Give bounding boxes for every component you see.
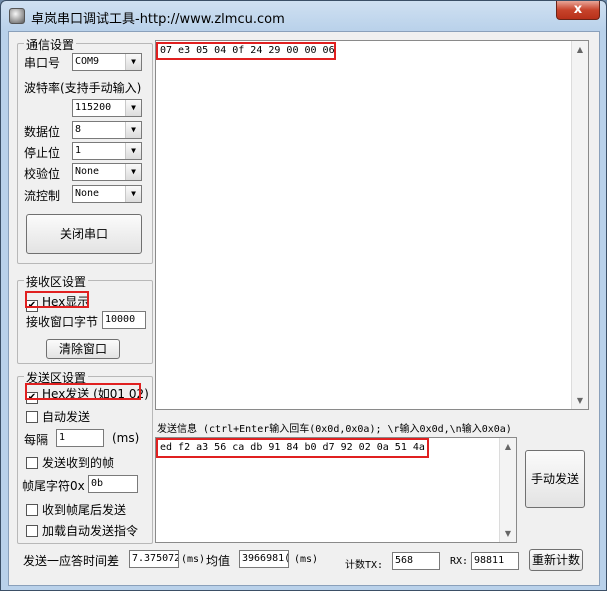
response-time-value: 7.375072 [129, 550, 179, 568]
stopbits-select[interactable]: 1 ▼ [72, 142, 142, 160]
databits-label: 数据位 [24, 125, 61, 139]
rx-label: RX: [450, 556, 469, 567]
comm-settings-title: 通信设置 [24, 36, 77, 53]
average-label: 均值 [206, 554, 231, 568]
highlight-box [25, 291, 89, 308]
load-auto-send-checkbox[interactable]: 加载自动发送指令 [26, 522, 138, 539]
scroll-up-icon[interactable]: ▲ [572, 41, 588, 58]
scroll-down-icon[interactable]: ▼ [500, 525, 516, 542]
flow-select[interactable]: None ▼ [72, 185, 142, 203]
average-unit: (ms) [294, 554, 319, 565]
send-on-receive-checkbox[interactable]: 发送收到的帧 [26, 454, 114, 471]
receive-textarea[interactable]: 07 e3 05 04 0f 24 29 00 00 06 ▲ ▼ [155, 40, 589, 410]
clear-window-button[interactable]: 清除窗口 [46, 339, 120, 359]
tx-label: 计数TX: [345, 560, 384, 571]
response-unit: (ms) [181, 554, 206, 565]
window-title: 卓岚串口调试工具-http://www.zlmcu.com [31, 12, 285, 27]
close-button[interactable]: x [556, 1, 600, 20]
recv-bytes-label: 接收窗口字节 [26, 315, 99, 329]
send-after-tail-checkbox[interactable]: 收到帧尾后发送 [26, 501, 126, 518]
stopbits-label: 停止位 [24, 146, 61, 160]
chevron-down-icon: ▼ [125, 186, 141, 202]
response-time-label: 发送一应答时间差 [23, 554, 120, 568]
manual-send-button[interactable]: 手动发送 [525, 450, 585, 508]
close-port-button[interactable]: 关闭串口 [26, 214, 142, 254]
parity-label: 校验位 [24, 167, 61, 181]
interval-label: 每隔 [24, 433, 49, 447]
port-label: 串口号 [24, 56, 61, 70]
send-info-label: 发送信息 (ctrl+Enter输入回车(0x0d,0x0a); \r输入0x0… [157, 424, 512, 435]
baud-select[interactable]: 115200 ▼ [72, 99, 142, 117]
flow-label: 流控制 [24, 189, 61, 203]
reset-count-button[interactable]: 重新计数 [529, 549, 583, 571]
chevron-down-icon: ▼ [125, 143, 141, 159]
scroll-up-icon[interactable]: ▲ [500, 438, 516, 455]
average-value: 3966981( [239, 550, 289, 568]
rx-count: 98811 [471, 552, 519, 570]
chevron-down-icon: ▼ [125, 100, 141, 116]
send-scrollbar[interactable]: ▲ ▼ [499, 438, 516, 542]
title-bar[interactable]: 卓岚串口调试工具-http://www.zlmcu.com x [1, 1, 606, 31]
highlight-box [25, 383, 141, 400]
client-area: 通信设置 串口号 COM9 ▼ 波特率(支持手动输入) 115200 ▼ 数据位 8… [8, 31, 600, 586]
app-window: 卓岚串口调试工具-http://www.zlmcu.com x 通信设置 串口号… [0, 0, 607, 591]
auto-send-checkbox[interactable]: 自动发送 [26, 408, 90, 425]
parity-select[interactable]: None ▼ [72, 163, 142, 181]
send-settings-group: 发送区设置 ✔ Hex发送 (如01 02) 自动发送 每隔 1 (ms) 发送收… [17, 369, 153, 544]
highlight-box [156, 438, 429, 458]
baud-label: 波特率(支持手动输入) [24, 81, 142, 95]
port-select[interactable]: COM9 ▼ [72, 53, 142, 71]
chevron-down-icon: ▼ [125, 54, 141, 70]
receive-scrollbar[interactable]: ▲ ▼ [571, 41, 588, 409]
tx-count: 568 [392, 552, 440, 570]
recv-bytes-input[interactable]: 10000 [102, 311, 146, 329]
interval-unit: (ms) [112, 431, 140, 445]
interval-input[interactable]: 1 [56, 429, 104, 447]
chevron-down-icon: ▼ [125, 122, 141, 138]
comm-settings-group: 通信设置 串口号 COM9 ▼ 波特率(支持手动输入) 115200 ▼ 数据位 8… [17, 36, 153, 264]
app-icon [9, 8, 25, 24]
databits-select[interactable]: 8 ▼ [72, 121, 142, 139]
frame-tail-input[interactable]: 0b [88, 475, 138, 493]
frame-tail-label: 帧尾字符0x [22, 479, 85, 493]
scroll-down-icon[interactable]: ▼ [572, 392, 588, 409]
highlight-box [156, 42, 336, 60]
chevron-down-icon: ▼ [125, 164, 141, 180]
receive-settings-title: 接收区设置 [24, 273, 89, 290]
